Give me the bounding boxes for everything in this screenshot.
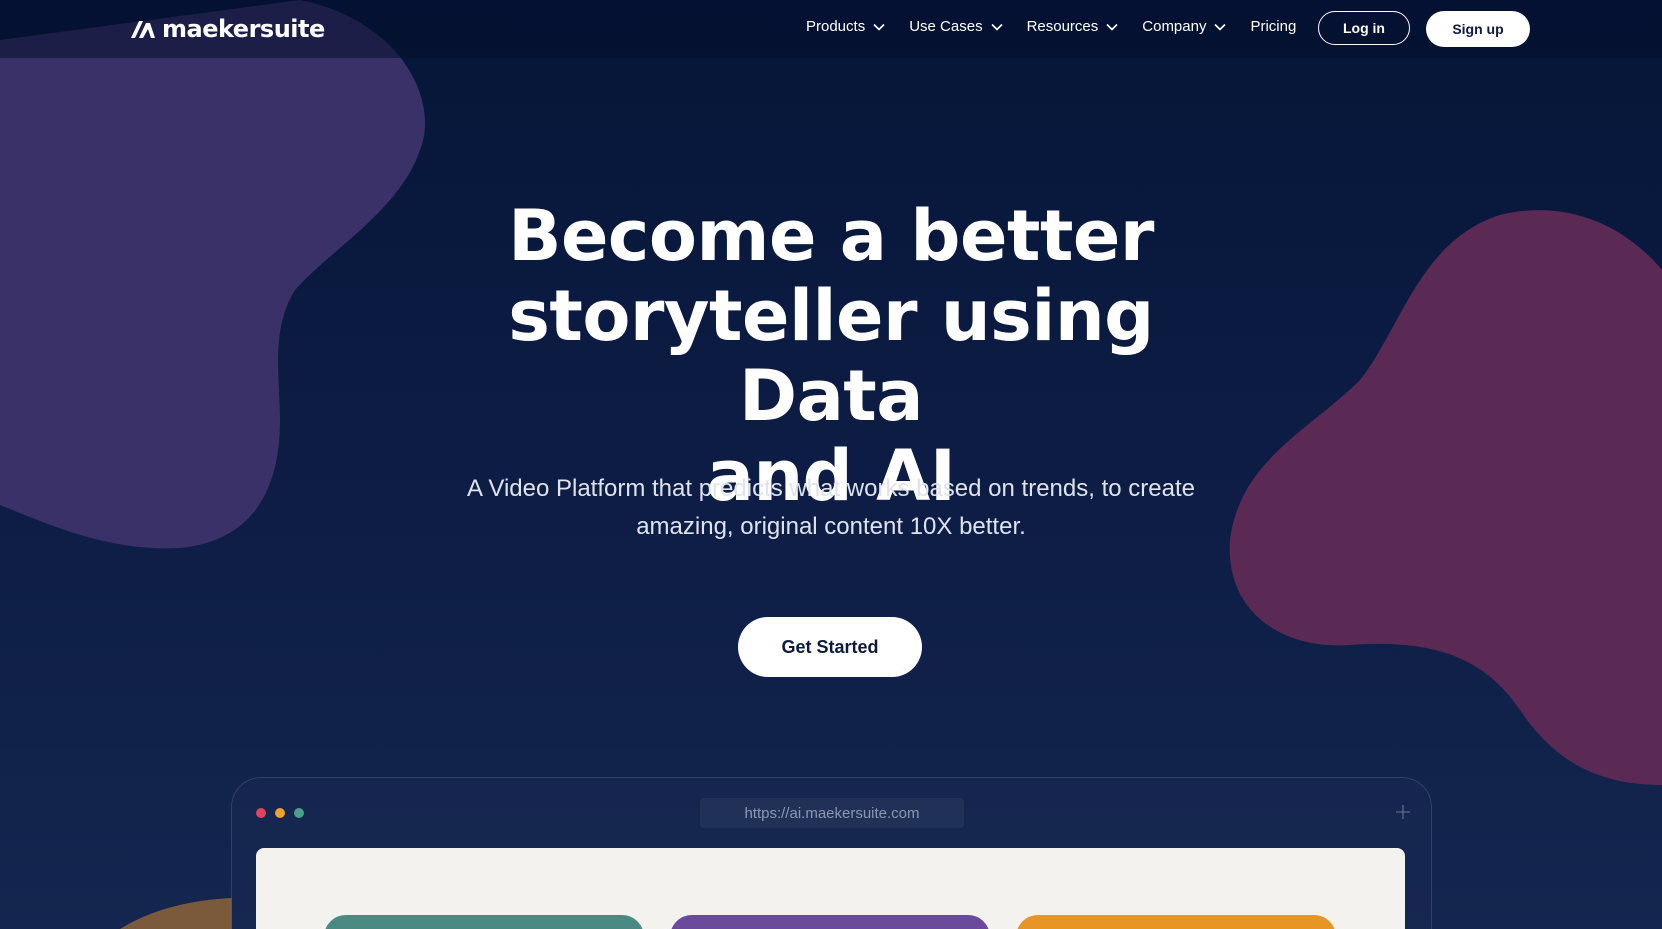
nav-item-products[interactable]: Products bbox=[806, 18, 885, 35]
url-bar: https://ai.maekersuite.com bbox=[700, 798, 964, 828]
get-started-button[interactable]: Get Started bbox=[738, 617, 922, 677]
chevron-down-icon bbox=[1214, 23, 1227, 31]
app-preview-panel bbox=[256, 848, 1405, 929]
nav-links: Products Use Cases Resources Company Pri… bbox=[806, 18, 1320, 35]
nav-item-label: Resources bbox=[1026, 18, 1099, 35]
plus-icon bbox=[1396, 805, 1410, 819]
brand-name: maekersuite bbox=[162, 15, 325, 43]
nav-item-label: Products bbox=[806, 18, 866, 35]
login-button[interactable]: Log in bbox=[1318, 11, 1410, 45]
nav-item-company[interactable]: Company bbox=[1142, 18, 1227, 35]
hero-subtitle: A Video Platform that predicts what work… bbox=[431, 470, 1231, 546]
chevron-down-icon bbox=[1106, 23, 1118, 31]
bottom-left-blob bbox=[120, 898, 232, 929]
hero-title-line: Become a better bbox=[508, 195, 1154, 277]
hero-subtitle-line: A Video Platform that predicts what work… bbox=[467, 475, 1195, 502]
hero-title: Become a better storyteller using Data a… bbox=[431, 196, 1231, 516]
right-blob bbox=[1229, 210, 1662, 786]
preview-card-orange bbox=[1016, 915, 1336, 929]
nav-item-label: Use Cases bbox=[909, 18, 983, 35]
top-navbar: maekersuite Products Use Cases Resources… bbox=[0, 0, 1662, 58]
green-dot-icon bbox=[294, 808, 304, 818]
hero-subtitle-line: amazing, original content 10X better. bbox=[636, 513, 1026, 540]
yellow-dot-icon bbox=[275, 808, 285, 818]
nav-item-label: Company bbox=[1142, 18, 1207, 35]
hero-title-line: storyteller using Data bbox=[508, 275, 1154, 437]
maekersuite-logo-icon bbox=[131, 21, 155, 38]
window-controls bbox=[256, 808, 304, 818]
signup-button[interactable]: Sign up bbox=[1426, 11, 1530, 47]
brand-logo[interactable]: maekersuite bbox=[130, 15, 325, 43]
nav-item-resources[interactable]: Resources bbox=[1027, 18, 1119, 35]
chevron-down-icon bbox=[873, 23, 885, 31]
chevron-down-icon bbox=[990, 23, 1003, 31]
red-dot-icon bbox=[256, 808, 266, 818]
nav-item-label: Pricing bbox=[1250, 18, 1297, 35]
preview-card-purple bbox=[670, 915, 990, 929]
page: maekersuite Products Use Cases Resources… bbox=[0, 0, 1662, 929]
browser-mockup: https://ai.maekersuite.com bbox=[231, 777, 1432, 929]
preview-card-teal bbox=[324, 915, 644, 929]
left-blob bbox=[0, 0, 425, 549]
nav-item-use-cases[interactable]: Use Cases bbox=[909, 18, 1003, 35]
nav-item-pricing[interactable]: Pricing bbox=[1250, 18, 1296, 35]
